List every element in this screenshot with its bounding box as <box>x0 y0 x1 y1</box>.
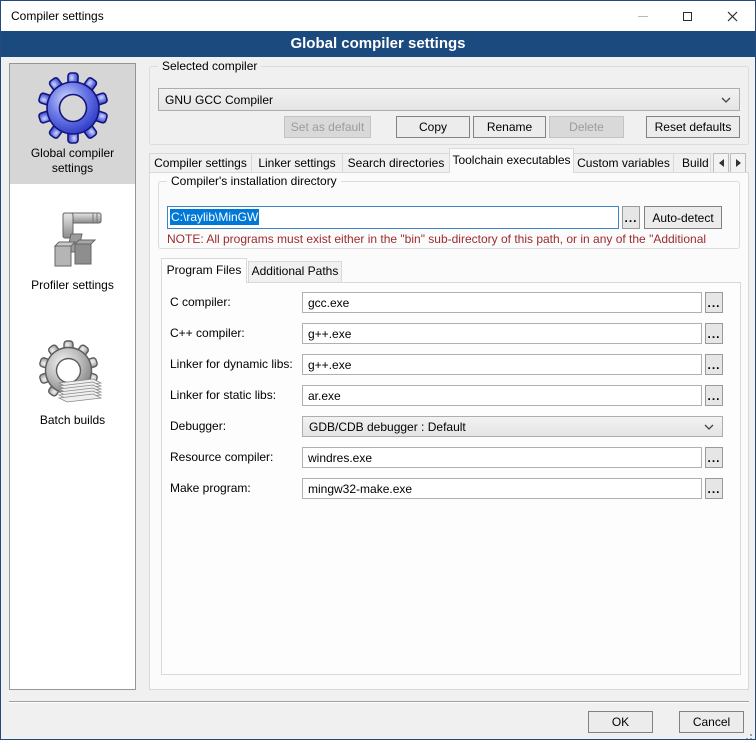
bin-subdirectory-note: NOTE: All programs must exist either in … <box>167 232 745 246</box>
maximize-icon <box>683 12 692 21</box>
static-linker-input[interactable] <box>302 385 702 406</box>
chevron-down-icon <box>721 97 731 103</box>
resource-compiler-label: Resource compiler: <box>170 447 273 468</box>
compiler-select[interactable]: GNU GCC Compiler <box>158 88 740 111</box>
maximize-button[interactable] <box>665 1 710 31</box>
cpp-compiler-label: C++ compiler: <box>170 323 245 344</box>
dynamic-linker-browse-button[interactable]: ... <box>705 354 723 375</box>
minimize-icon <box>638 16 648 17</box>
delete-button[interactable]: Delete <box>549 116 624 138</box>
resize-grip[interactable] <box>750 734 752 736</box>
copy-button[interactable]: Copy <box>396 116 470 138</box>
make-program-input[interactable] <box>302 478 702 499</box>
auto-detect-button[interactable]: Auto-detect <box>644 206 722 229</box>
debugger-select[interactable]: GDB/CDB debugger : Default <box>302 416 723 437</box>
dialog-header: Global compiler settings <box>1 31 755 57</box>
sidebar-item-global-compiler-settings[interactable]: Global compiler settings <box>10 64 135 184</box>
subtab-additional-paths[interactable]: Additional Paths <box>248 261 342 282</box>
tab-build-options[interactable]: Build <box>673 153 711 173</box>
settings-sidebar: Global compiler settings <box>9 63 136 690</box>
arrow-left-icon <box>719 159 724 167</box>
title-bar[interactable]: Compiler settings <box>1 1 755 31</box>
sidebar-item-label: Batch builds <box>40 413 105 427</box>
c-compiler-browse-button[interactable]: ... <box>705 292 723 313</box>
rename-button[interactable]: Rename <box>473 116 546 138</box>
gray-gear-stack-icon <box>37 339 109 411</box>
install-dir-input[interactable]: C:\raylib\MinGW <box>167 206 619 229</box>
tab-scroll-left-button[interactable] <box>713 153 729 173</box>
compiler-select-value: GNU GCC Compiler <box>165 93 273 107</box>
resource-compiler-input[interactable] <box>302 447 702 468</box>
cpp-compiler-input[interactable] <box>302 323 702 344</box>
program-files-panel: C compiler: ... C++ compiler: ... Linker… <box>161 282 741 675</box>
tab-scroll-right-button[interactable] <box>730 153 746 173</box>
debugger-select-value: GDB/CDB debugger : Default <box>309 420 466 434</box>
c-compiler-label: C compiler: <box>170 292 231 313</box>
minimize-button[interactable] <box>620 1 665 31</box>
tab-search-directories[interactable]: Search directories <box>342 153 450 173</box>
blue-gear-icon <box>37 72 109 144</box>
tab-compiler-settings[interactable]: Compiler settings <box>149 153 252 173</box>
sidebar-item-batch-builds[interactable]: Batch builds <box>10 333 135 434</box>
install-dir-selected-text: C:\raylib\MinGW <box>170 209 259 225</box>
cancel-button[interactable]: Cancel <box>679 711 744 733</box>
compiler-settings-dialog: Compiler settings Global compiler settin… <box>0 0 756 740</box>
tab-linker-settings[interactable]: Linker settings <box>251 153 343 173</box>
dynamic-linker-label: Linker for dynamic libs: <box>170 354 293 375</box>
static-linker-browse-button[interactable]: ... <box>705 385 723 406</box>
selected-compiler-group-title: Selected compiler <box>158 59 261 73</box>
cpp-compiler-browse-button[interactable]: ... <box>705 323 723 344</box>
reset-defaults-button[interactable]: Reset defaults <box>646 116 740 138</box>
installation-directory-group-title: Compiler's installation directory <box>167 174 341 188</box>
caliper-icon <box>37 204 109 276</box>
footer-divider <box>9 701 749 703</box>
c-compiler-input[interactable] <box>302 292 702 313</box>
make-program-browse-button[interactable]: ... <box>705 478 723 499</box>
debugger-label: Debugger: <box>170 416 226 437</box>
arrow-right-icon <box>736 159 741 167</box>
set-as-default-button[interactable]: Set as default <box>284 116 371 138</box>
close-icon <box>727 11 738 22</box>
make-program-label: Make program: <box>170 478 251 499</box>
window-title: Compiler settings <box>11 1 104 31</box>
dynamic-linker-input[interactable] <box>302 354 702 375</box>
tab-toolchain-executables[interactable]: Toolchain executables <box>449 148 574 173</box>
sidebar-item-label: Global compiler settings <box>31 146 114 175</box>
tab-custom-variables[interactable]: Custom variables <box>573 153 674 173</box>
ok-button[interactable]: OK <box>588 711 653 733</box>
sidebar-item-profiler-settings[interactable]: Profiler settings <box>10 198 135 299</box>
close-button[interactable] <box>710 1 755 31</box>
static-linker-label: Linker for static libs: <box>170 385 276 406</box>
install-dir-browse-button[interactable]: ... <box>622 206 640 229</box>
subtab-program-files[interactable]: Program Files <box>161 258 247 283</box>
resource-compiler-browse-button[interactable]: ... <box>705 447 723 468</box>
chevron-down-icon <box>704 424 714 430</box>
sidebar-item-label: Profiler settings <box>31 278 114 292</box>
